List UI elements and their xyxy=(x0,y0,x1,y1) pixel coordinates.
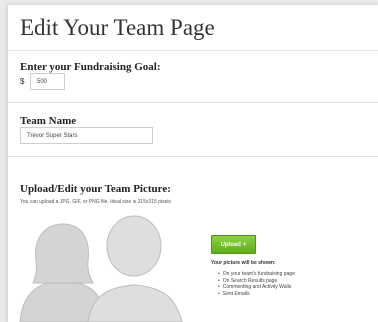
goal-divider xyxy=(8,102,378,103)
upload-button[interactable]: Upload + xyxy=(211,235,256,254)
title-divider xyxy=(8,50,378,51)
upload-button-label: Upload xyxy=(220,241,241,248)
team-divider xyxy=(8,156,378,157)
male-silhouette xyxy=(87,215,183,322)
picture-label: Upload/Edit your Team Picture: xyxy=(20,183,171,195)
team-name-input[interactable]: Trevor Super Stars xyxy=(20,127,153,144)
goal-input[interactable]: 500 xyxy=(30,73,65,90)
list-item: Commenting and Activity Walls xyxy=(218,284,295,291)
edit-team-panel: Edit Your Team Page Enter your Fundraisi… xyxy=(7,5,378,322)
picture-hint: You can upload a JPG, GIF, or PNG file. … xyxy=(20,199,172,205)
goal-label: Enter your Fundraising Goal: xyxy=(20,61,161,73)
team-name-label: Team Name xyxy=(20,115,77,127)
shown-title: Your picture will be shown: xyxy=(211,260,276,266)
list-item: On your team's fundraising page xyxy=(218,271,295,278)
page-title: Edit Your Team Page xyxy=(20,15,215,40)
picture-uses-list: On your team's fundraising page On Searc… xyxy=(218,271,295,297)
team-picture-placeholder xyxy=(19,215,183,322)
list-item: Sent Emails xyxy=(218,291,295,298)
currency-symbol: $ xyxy=(20,77,25,86)
plus-icon: + xyxy=(242,241,247,248)
